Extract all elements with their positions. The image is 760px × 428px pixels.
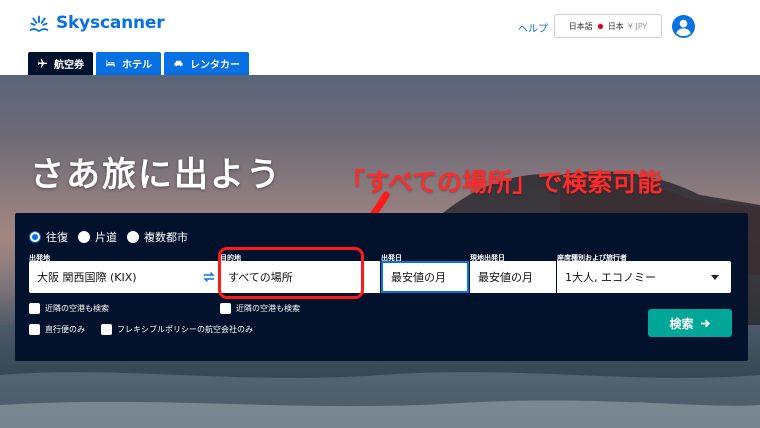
trip-type-multicity[interactable]: 複数都市 (127, 229, 188, 245)
travellers-value: 1大人, エコノミー (565, 271, 656, 284)
trip-type-oneway[interactable]: 片道 (78, 229, 117, 245)
tab-car-hire[interactable]: レンタカー (164, 52, 249, 75)
locale-country: 日本 (607, 21, 624, 31)
origin-value: 大阪 関西国際 (KIX) (37, 271, 137, 284)
radio-selected-icon (29, 231, 41, 243)
nearby-destination-checkbox[interactable]: 近隣の空港も検索 (220, 303, 300, 314)
trip-type-multicity-label: 複数都市 (144, 231, 188, 244)
swap-icon[interactable] (203, 271, 215, 283)
product-tabs: 航空券 ホテル レンタカー (28, 52, 249, 75)
locale-button[interactable]: 日本語 日本 ¥ JPY (554, 14, 662, 38)
direct-only-label: 直行便のみ (45, 325, 85, 334)
search-button[interactable]: 検索 (648, 309, 732, 337)
tab-hotels-label: ホテル (122, 60, 152, 71)
depart-value: 最安値の月 (391, 271, 446, 284)
tab-flights[interactable]: 航空券 (28, 52, 93, 75)
tab-car-hire-label: レンタカー (190, 60, 240, 71)
trip-type-oneway-label: 片道 (95, 231, 117, 244)
hero-title: さあ旅に出よう (30, 155, 282, 195)
trip-type-roundtrip-label: 往復 (46, 231, 68, 244)
flight-search-panel: 往復 片道 複数都市 出発地 目的地 出発日 現地出発日 座席種別および旅行者 … (15, 213, 748, 361)
locale-language: 日本語 (568, 21, 593, 31)
bed-icon (106, 60, 115, 67)
flexible-policy-label: フレキシブルポリシーの航空会社のみ (117, 325, 253, 334)
flexible-policy-checkbox[interactable]: フレキシブルポリシーの航空会社のみ (101, 324, 253, 335)
locale-currency: ¥ JPY (627, 21, 648, 31)
skyscanner-logo[interactable]: Skyscanner (28, 12, 165, 34)
return-date-input[interactable]: 最安値の月 (470, 261, 556, 293)
brand-name: Skyscanner (56, 13, 165, 33)
search-button-label: 検索 (669, 316, 694, 331)
origin-input[interactable]: 大阪 関西国際 (KIX) (29, 261, 219, 293)
trip-type-selector: 往復 片道 複数都市 (29, 229, 188, 245)
arrow-right-icon (700, 319, 710, 327)
nearby-origin-checkbox[interactable]: 近隣の空港も検索 (29, 303, 109, 314)
depart-date-input[interactable]: 最安値の月 (381, 261, 469, 293)
trip-type-roundtrip[interactable]: 往復 (29, 229, 68, 245)
japan-flag-icon (596, 22, 604, 30)
nearby-origin-label: 近隣の空港も検索 (45, 304, 109, 313)
chevron-down-icon (711, 275, 719, 280)
travellers-select[interactable]: 1大人, エコノミー (557, 261, 731, 293)
radio-unselected-icon (78, 231, 90, 243)
tab-flights-label: 航空券 (54, 60, 84, 71)
help-link[interactable]: ヘルプ (518, 20, 548, 35)
radio-unselected-icon (127, 231, 139, 243)
nearby-destination-label: 近隣の空港も検索 (236, 304, 300, 313)
checkbox-icon (101, 324, 112, 335)
return-value: 最安値の月 (478, 271, 533, 284)
car-icon (174, 60, 183, 67)
sunrise-logo-icon (29, 15, 49, 33)
checkbox-icon (220, 303, 231, 314)
profile-icon[interactable] (672, 15, 695, 38)
direct-only-checkbox[interactable]: 直行便のみ (29, 324, 85, 335)
tab-hotels[interactable]: ホテル (96, 52, 161, 75)
site-header: Skyscanner ヘルプ 日本語 日本 ¥ JPY (0, 0, 760, 52)
checkbox-icon (29, 303, 40, 314)
checkbox-icon (29, 324, 40, 335)
destination-highlight-box (218, 247, 364, 299)
plane-icon (37, 58, 48, 68)
